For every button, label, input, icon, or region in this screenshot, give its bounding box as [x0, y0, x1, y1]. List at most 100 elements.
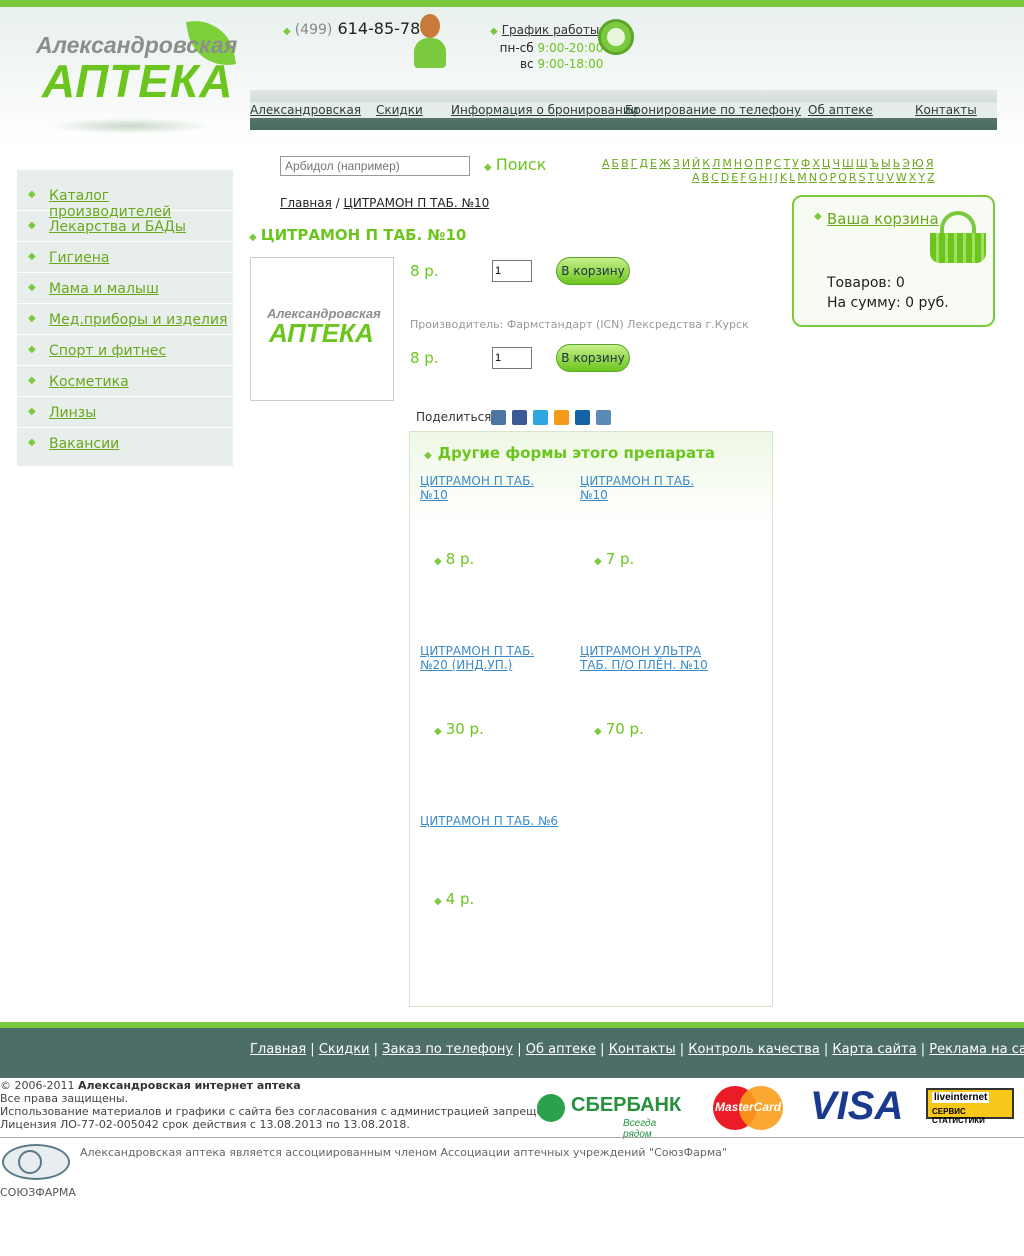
letter-link[interactable]: S: [859, 171, 866, 184]
letter-link[interactable]: Л: [712, 157, 720, 170]
mailru-icon[interactable]: [575, 410, 590, 425]
add-to-cart-button[interactable]: В корзину: [556, 344, 630, 372]
letter-link[interactable]: Э: [902, 157, 910, 170]
letter-link[interactable]: Д: [639, 157, 648, 170]
letter-link[interactable]: Y: [918, 171, 925, 184]
twitter-icon[interactable]: [533, 410, 548, 425]
letter-link[interactable]: Й: [692, 157, 700, 170]
sidebar-item-hygiene[interactable]: ◆ Гигиена: [17, 242, 233, 273]
sidebar-item-medicines[interactable]: ◆ Лекарства и БАДы: [17, 211, 233, 242]
site-logo[interactable]: Александровская АПТЕКА: [30, 14, 240, 134]
letter-link[interactable]: K: [780, 171, 787, 184]
letter-link[interactable]: Ь: [893, 157, 901, 170]
letter-link[interactable]: N: [809, 171, 817, 184]
sidebar-item-vacancies[interactable]: ◆ Вакансии: [17, 428, 233, 459]
footer-link-sitemap[interactable]: Карта сайта: [832, 1042, 916, 1057]
other-form-link[interactable]: ЦИТРАМОН П ТАБ. №6: [420, 814, 565, 828]
letter-link[interactable]: Ю: [912, 157, 924, 170]
letter-link[interactable]: V: [886, 171, 894, 184]
footer-link-discounts[interactable]: Скидки: [319, 1042, 370, 1057]
sidebar-item-label[interactable]: Лекарства и БАДы: [49, 219, 186, 235]
sidebar-item-label[interactable]: Мед.приборы и изделия: [49, 312, 227, 328]
letter-link[interactable]: H: [759, 171, 767, 184]
sidebar-item-label[interactable]: Косметика: [49, 374, 129, 390]
nav-item-contacts[interactable]: Контакты: [915, 103, 977, 117]
other-form-link[interactable]: ЦИТРАМОН П ТАБ. №10: [580, 474, 725, 502]
other-form-link[interactable]: ЦИТРАМОН П ТАБ. №10: [420, 474, 565, 502]
facebook-icon[interactable]: [512, 410, 527, 425]
sidebar-item-label[interactable]: Гигиена: [49, 250, 109, 266]
letter-link[interactable]: З: [673, 157, 680, 170]
vk-icon[interactable]: [491, 410, 506, 425]
letter-link[interactable]: Z: [927, 171, 935, 184]
liveinternet-counter[interactable]: liveinternet СЕРВИС СТАТИСТИКИ: [926, 1088, 1014, 1125]
letter-link[interactable]: Ч: [832, 157, 840, 170]
letter-link[interactable]: Н: [734, 157, 742, 170]
letter-link[interactable]: Ж: [659, 157, 671, 170]
letter-link[interactable]: П: [755, 157, 763, 170]
sberbank-logo[interactable]: СБЕРБАНК Всегда рядом: [537, 1090, 682, 1140]
letter-link[interactable]: С: [774, 157, 782, 170]
letter-link[interactable]: И: [682, 157, 690, 170]
sidebar-item-sport[interactable]: ◆ Спорт и фитнес: [17, 335, 233, 366]
nav-item-home[interactable]: Александровская: [250, 103, 361, 117]
letter-link[interactable]: J: [775, 171, 778, 184]
letter-link[interactable]: A: [692, 171, 700, 184]
nav-item-phone-booking[interactable]: Бронирование по телефону: [625, 103, 801, 117]
quantity-input[interactable]: [492, 260, 532, 282]
basket-icon[interactable]: [930, 211, 986, 265]
nav-item-booking-info[interactable]: Информация о бронировании: [451, 103, 638, 117]
nav-item-discounts[interactable]: Скидки: [376, 103, 423, 117]
letter-link[interactable]: Я: [926, 157, 934, 170]
letter-link[interactable]: Q: [838, 171, 847, 184]
letter-link[interactable]: К: [702, 157, 710, 170]
letter-link[interactable]: D: [721, 171, 729, 184]
letter-link[interactable]: Ш: [842, 157, 854, 170]
letter-link[interactable]: F: [740, 171, 746, 184]
livejournal-icon[interactable]: [596, 410, 611, 425]
letter-link[interactable]: А: [602, 157, 610, 170]
breadcrumb-current[interactable]: ЦИТРАМОН П ТАБ. №10: [344, 196, 490, 210]
quantity-input[interactable]: [492, 347, 532, 369]
other-form-link[interactable]: ЦИТРАМОН УЛЬТРА ТАБ. П/О ПЛЁН. №10: [580, 644, 725, 672]
letter-link[interactable]: М: [722, 157, 732, 170]
letter-link[interactable]: B: [702, 171, 710, 184]
footer-link-contacts[interactable]: Контакты: [609, 1042, 676, 1057]
letter-link[interactable]: Х: [812, 157, 820, 170]
letter-link[interactable]: T: [868, 171, 875, 184]
sojuzpharma-logo[interactable]: [0, 1144, 72, 1184]
add-to-cart-button[interactable]: В корзину: [556, 257, 630, 285]
sidebar-item-mother-baby[interactable]: ◆ Мама и малыш: [17, 273, 233, 304]
sidebar-item-label[interactable]: Вакансии: [49, 436, 119, 452]
footer-link-quality[interactable]: Контроль качества: [688, 1042, 819, 1057]
footer-link-ads[interactable]: Реклама на сайте: [929, 1042, 1024, 1057]
footer-link-about[interactable]: Об аптеке: [526, 1042, 596, 1057]
letter-link[interactable]: Р: [765, 157, 772, 170]
letter-link[interactable]: Щ: [856, 157, 868, 170]
letter-link[interactable]: C: [711, 171, 719, 184]
letter-link[interactable]: E: [731, 171, 738, 184]
sidebar-item-label[interactable]: Линзы: [49, 405, 96, 421]
letter-link[interactable]: О: [744, 157, 753, 170]
letter-link[interactable]: X: [909, 171, 917, 184]
letter-link[interactable]: Ф: [801, 157, 810, 170]
letter-link[interactable]: Е: [650, 157, 657, 170]
letter-link[interactable]: O: [819, 171, 828, 184]
product-image[interactable]: Александровская АПТЕКА: [250, 257, 394, 401]
footer-link-phone-order[interactable]: Заказ по телефону: [382, 1042, 513, 1057]
letter-link[interactable]: Ц: [822, 157, 831, 170]
letter-link[interactable]: L: [789, 171, 795, 184]
letter-link[interactable]: Т: [783, 157, 790, 170]
letter-link[interactable]: R: [849, 171, 857, 184]
search-button[interactable]: ◆ Поиск: [484, 155, 546, 174]
letter-link[interactable]: P: [830, 171, 837, 184]
letter-link[interactable]: Ъ: [870, 157, 879, 170]
sidebar-item-lenses[interactable]: ◆ Линзы: [17, 397, 233, 428]
letter-link[interactable]: Б: [612, 157, 620, 170]
sidebar-item-label[interactable]: Спорт и фитнес: [49, 343, 166, 359]
nav-item-about[interactable]: Об аптеке: [808, 103, 873, 117]
schedule-link[interactable]: График работы:: [502, 23, 604, 37]
sidebar-item-medical-devices[interactable]: ◆ Мед.приборы и изделия: [17, 304, 233, 335]
sidebar-item-label[interactable]: Мама и малыш: [49, 281, 159, 297]
odnoklassniki-icon[interactable]: [554, 410, 569, 425]
